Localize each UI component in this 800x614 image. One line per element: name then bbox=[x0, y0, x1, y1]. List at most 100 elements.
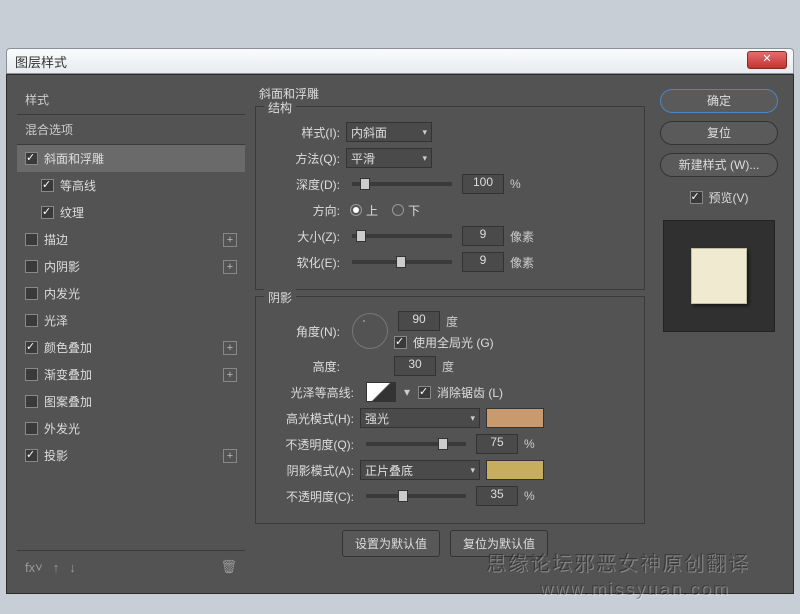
titlebar: 图层样式 ✕ bbox=[6, 48, 794, 74]
new-style-button[interactable]: 新建样式 (W)... bbox=[660, 153, 778, 177]
checkbox-texture[interactable] bbox=[41, 206, 54, 219]
altitude-label: 高度: bbox=[268, 358, 340, 375]
styles-header[interactable]: 样式 bbox=[17, 85, 245, 115]
style-label: 描边 bbox=[44, 231, 68, 248]
chevron-down-icon: ▾ bbox=[470, 465, 475, 476]
add-icon[interactable]: + bbox=[223, 260, 237, 274]
chevron-down-icon: ▾ bbox=[422, 127, 427, 138]
style-label: 外发光 bbox=[44, 420, 80, 437]
style-drop-shadow[interactable]: 投影 + bbox=[17, 442, 245, 469]
close-button[interactable]: ✕ bbox=[747, 51, 787, 69]
style-contour[interactable]: 等高线 bbox=[17, 172, 245, 199]
size-unit: 像素 bbox=[510, 228, 534, 245]
blend-options-header[interactable]: 混合选项 bbox=[17, 115, 245, 145]
style-gradient-overlay[interactable]: 渐变叠加 + bbox=[17, 361, 245, 388]
shadow-opacity-label: 不透明度(C): bbox=[268, 488, 354, 505]
panel-heading: 斜面和浮雕 bbox=[259, 85, 645, 102]
checkbox-drop-shadow[interactable] bbox=[25, 449, 38, 462]
highlight-opacity-slider[interactable] bbox=[366, 442, 466, 446]
depth-input[interactable]: 100 bbox=[462, 174, 504, 194]
checkbox-bevel[interactable] bbox=[25, 152, 38, 165]
add-icon[interactable]: + bbox=[223, 449, 237, 463]
angle-dial[interactable] bbox=[352, 313, 388, 349]
global-light-label: 使用全局光 (G) bbox=[413, 334, 494, 351]
gloss-contour-picker[interactable] bbox=[366, 382, 396, 402]
list-footer: fx˅ ↑ ↓ 🗑 bbox=[17, 550, 245, 583]
style-satin[interactable]: 光泽 bbox=[17, 307, 245, 334]
fx-icon[interactable]: fx˅ bbox=[25, 560, 43, 575]
style-label: 图案叠加 bbox=[44, 393, 92, 410]
checkbox-inner-glow[interactable] bbox=[25, 287, 38, 300]
size-slider[interactable] bbox=[352, 234, 452, 238]
checkbox-color-overlay[interactable] bbox=[25, 341, 38, 354]
up-arrow-icon[interactable]: ↑ bbox=[53, 560, 60, 575]
structure-legend: 结构 bbox=[264, 99, 296, 116]
depth-unit: % bbox=[510, 177, 521, 191]
soften-slider[interactable] bbox=[352, 260, 452, 264]
add-icon[interactable]: + bbox=[223, 341, 237, 355]
checkbox-gradient-overlay[interactable] bbox=[25, 368, 38, 381]
direction-up-radio[interactable] bbox=[350, 204, 362, 216]
shadow-opacity-slider[interactable] bbox=[366, 494, 466, 498]
shadow-mode-combo[interactable]: 正片叠底▾ bbox=[360, 460, 480, 480]
checkbox-outer-glow[interactable] bbox=[25, 422, 38, 435]
gloss-contour-label: 光泽等高线: bbox=[268, 384, 354, 401]
down-arrow-icon[interactable]: ↓ bbox=[69, 560, 76, 575]
technique-label: 方法(Q): bbox=[268, 150, 340, 167]
style-texture[interactable]: 纹理 bbox=[17, 199, 245, 226]
depth-slider[interactable] bbox=[352, 182, 452, 186]
antialias-label: 消除锯齿 (L) bbox=[437, 384, 503, 401]
checkbox-contour[interactable] bbox=[41, 179, 54, 192]
preview-checkbox[interactable] bbox=[690, 191, 703, 204]
style-inner-shadow[interactable]: 内阴影 + bbox=[17, 253, 245, 280]
ok-button[interactable]: 确定 bbox=[660, 89, 778, 113]
reset-default-button[interactable]: 复位为默认值 bbox=[450, 530, 548, 557]
highlight-opacity-input[interactable]: 75 bbox=[476, 434, 518, 454]
style-color-overlay[interactable]: 颜色叠加 + bbox=[17, 334, 245, 361]
style-inner-glow[interactable]: 内发光 bbox=[17, 280, 245, 307]
highlight-mode-combo[interactable]: 强光▾ bbox=[360, 408, 480, 428]
highlight-color-swatch[interactable] bbox=[486, 408, 544, 428]
style-bevel-emboss[interactable]: 斜面和浮雕 bbox=[17, 145, 245, 172]
checkbox-satin[interactable] bbox=[25, 314, 38, 327]
chevron-down-icon[interactable]: ▾ bbox=[404, 385, 410, 399]
style-label: 样式(I): bbox=[268, 124, 340, 141]
styles-list: 样式 混合选项 斜面和浮雕 等高线 纹理 描边 + 内阴影 + 内发光 bbox=[17, 85, 245, 583]
right-panel: 确定 复位 新建样式 (W)... 预览(V) bbox=[655, 85, 783, 583]
size-input[interactable]: 9 bbox=[462, 226, 504, 246]
cancel-button[interactable]: 复位 bbox=[660, 121, 778, 145]
window-title: 图层样式 bbox=[15, 52, 67, 71]
shadow-color-swatch[interactable] bbox=[486, 460, 544, 480]
style-label: 渐变叠加 bbox=[44, 366, 92, 383]
chevron-down-icon: ▾ bbox=[422, 153, 427, 164]
add-icon[interactable]: + bbox=[223, 233, 237, 247]
checkbox-inner-shadow[interactable] bbox=[25, 260, 38, 273]
highlight-opacity-label: 不透明度(Q): bbox=[268, 436, 354, 453]
highlight-mode-label: 高光模式(H): bbox=[268, 410, 354, 427]
global-light-checkbox[interactable] bbox=[394, 336, 407, 349]
checkbox-pattern-overlay[interactable] bbox=[25, 395, 38, 408]
style-combo[interactable]: 内斜面▾ bbox=[346, 122, 432, 142]
antialias-checkbox[interactable] bbox=[418, 386, 431, 399]
altitude-input[interactable]: 30 bbox=[394, 356, 436, 376]
direction-down-radio[interactable] bbox=[392, 204, 404, 216]
make-default-button[interactable]: 设置为默认值 bbox=[342, 530, 440, 557]
style-stroke[interactable]: 描边 + bbox=[17, 226, 245, 253]
trash-icon[interactable]: 🗑 bbox=[220, 559, 237, 575]
style-outer-glow[interactable]: 外发光 bbox=[17, 415, 245, 442]
angle-input[interactable]: 90 bbox=[398, 311, 440, 331]
style-label: 颜色叠加 bbox=[44, 339, 92, 356]
dialog-body: 样式 混合选项 斜面和浮雕 等高线 纹理 描边 + 内阴影 + 内发光 bbox=[6, 74, 794, 594]
soften-input[interactable]: 9 bbox=[462, 252, 504, 272]
shadow-mode-label: 阴影模式(A): bbox=[268, 462, 354, 479]
shadow-opacity-input[interactable]: 35 bbox=[476, 486, 518, 506]
structure-group: 结构 样式(I): 内斜面▾ 方法(Q): 平滑▾ 深度(D): 100 % 方… bbox=[255, 106, 645, 290]
style-label: 斜面和浮雕 bbox=[44, 150, 104, 167]
style-label: 内发光 bbox=[44, 285, 80, 302]
preview-box bbox=[663, 220, 775, 332]
style-pattern-overlay[interactable]: 图案叠加 bbox=[17, 388, 245, 415]
technique-combo[interactable]: 平滑▾ bbox=[346, 148, 432, 168]
checkbox-stroke[interactable] bbox=[25, 233, 38, 246]
add-icon[interactable]: + bbox=[223, 368, 237, 382]
style-label: 光泽 bbox=[44, 312, 68, 329]
